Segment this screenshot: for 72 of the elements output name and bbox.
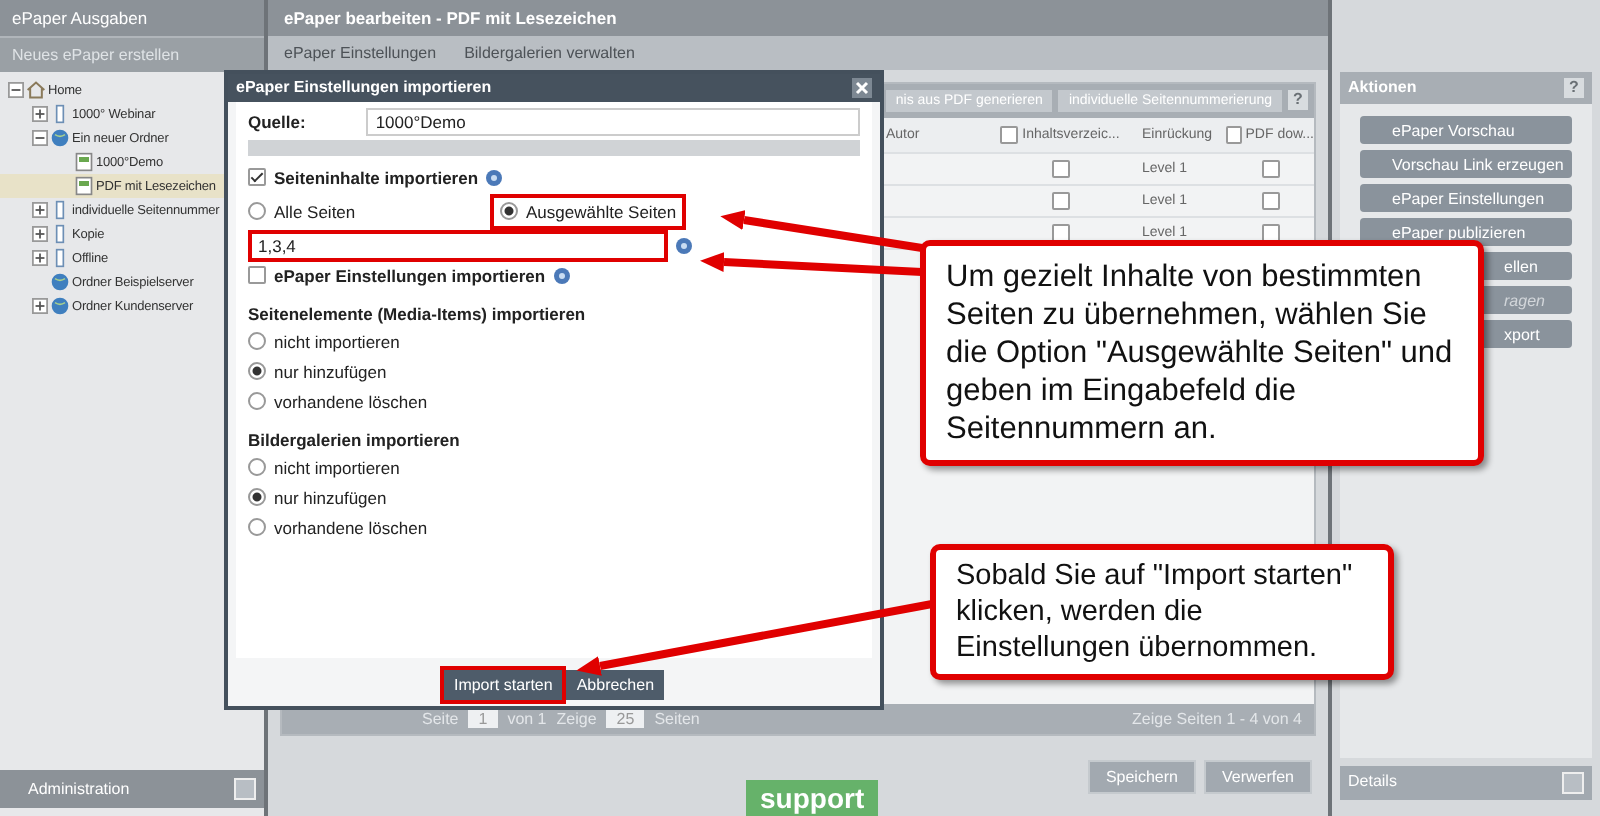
callout-tooltip: Sobald Sie auf "Import starten" klicken, werden die Einstellungen übernommen. [930, 544, 1394, 680]
page-label: Seite [422, 710, 459, 728]
checkbox[interactable] [248, 168, 266, 186]
source-field[interactable]: 1000°Demo [365, 108, 860, 136]
editor-title: ePaper bearbeiten - PDF mit Lesezeichen [268, 0, 1328, 36]
globe-icon [50, 272, 70, 292]
checkbox[interactable] [1226, 126, 1242, 144]
administration-link[interactable]: Administration [28, 780, 130, 798]
details-title: Details [1348, 772, 1397, 794]
house-icon [26, 80, 46, 100]
help-icon[interactable]: ? [1288, 90, 1308, 110]
checkbox[interactable] [1261, 192, 1279, 210]
plus-toggle-icon[interactable] [32, 250, 48, 266]
radio-label: nicht importieren [274, 331, 400, 351]
sidebar-title: ePaper Ausgaben [0, 0, 264, 36]
book-icon [50, 104, 70, 124]
info-icon[interactable] [553, 267, 570, 283]
minus-toggle-icon[interactable] [8, 82, 24, 98]
radio-button[interactable] [248, 488, 266, 506]
radio-button[interactable] [248, 518, 266, 536]
plus-toggle-icon[interactable] [32, 202, 48, 218]
document-icon [74, 176, 94, 196]
radio-button[interactable] [248, 458, 266, 476]
radio-button[interactable] [500, 202, 518, 220]
document-icon [74, 152, 94, 172]
section-title: Bildergalerien importieren [248, 430, 462, 450]
action-button[interactable]: Vorschau Link erzeugen [1360, 150, 1572, 178]
close-icon[interactable] [852, 78, 872, 98]
radio-button[interactable] [248, 332, 266, 350]
radio-label: nur hinzufügen [274, 361, 387, 381]
radio-label: Alle Seiten [274, 201, 356, 221]
plus-toggle-icon[interactable] [32, 298, 48, 314]
radio-button[interactable] [248, 202, 266, 220]
checkbox[interactable] [1000, 126, 1019, 144]
pages-input-field[interactable]: 1,3,4 [248, 229, 668, 261]
checkbox-label: Seiteninhalte importieren [274, 167, 479, 187]
checkbox[interactable] [1051, 160, 1069, 178]
action-button[interactable]: ePaper Einstellungen [1360, 184, 1572, 212]
pages-label: Seiten [654, 710, 700, 728]
actions-title: Aktionen [1348, 78, 1417, 98]
info-icon[interactable] [676, 237, 692, 253]
plus-toggle-icon[interactable] [32, 106, 48, 122]
page-count: von 1 [507, 710, 547, 728]
radio-label: vorhandene löschen [274, 517, 428, 537]
toolbar-button[interactable]: ePaper Einstellungen [280, 42, 441, 64]
dialog-button[interactable]: Import starten [443, 670, 563, 700]
paging-summary: Zeige Seiten 1 - 4 von 4 [1132, 710, 1302, 728]
radio-button[interactable] [248, 362, 266, 380]
show-label: Zeige [556, 710, 597, 728]
dialog-title: ePaper Einstellungen importieren [236, 78, 492, 98]
action-button[interactable]: ePaper Vorschau [1360, 116, 1572, 144]
radio-label: Ausgewählte Seiten [526, 201, 677, 221]
globe-icon [50, 128, 70, 148]
checkbox-label: ePaper Einstellungen importieren [274, 265, 546, 285]
scrollbar[interactable] [248, 140, 860, 156]
checkbox[interactable] [1051, 192, 1069, 210]
minus-toggle-icon[interactable] [32, 130, 48, 146]
radio-button[interactable] [248, 392, 266, 410]
radio-label: nicht importieren [274, 457, 400, 477]
plus-toggle-icon[interactable] [32, 226, 48, 242]
checkbox[interactable] [248, 266, 266, 284]
help-icon[interactable]: ? [1564, 78, 1584, 98]
checkbox[interactable] [1261, 160, 1279, 178]
toolbar-button[interactable]: Bildergalerien verwalten [460, 42, 639, 64]
dialog-button[interactable]: Abbrechen [566, 670, 665, 700]
callout-tooltip: Um gezielt Inhalte von bestimmten Seiten zu übernehmen, wählen Sie die Option "Ausgewählte Seiten" und geben im Eingabefeld die Seitennummern an. [920, 240, 1484, 466]
section-title: Seitenelemente (Media-Items) importieren [248, 304, 588, 324]
globe-icon [50, 296, 70, 316]
radio-label: nur hinzufügen [274, 487, 387, 507]
info-icon[interactable] [486, 169, 503, 185]
radio-label: vorhandene löschen [274, 391, 428, 411]
source-label: Quelle: [248, 112, 306, 132]
